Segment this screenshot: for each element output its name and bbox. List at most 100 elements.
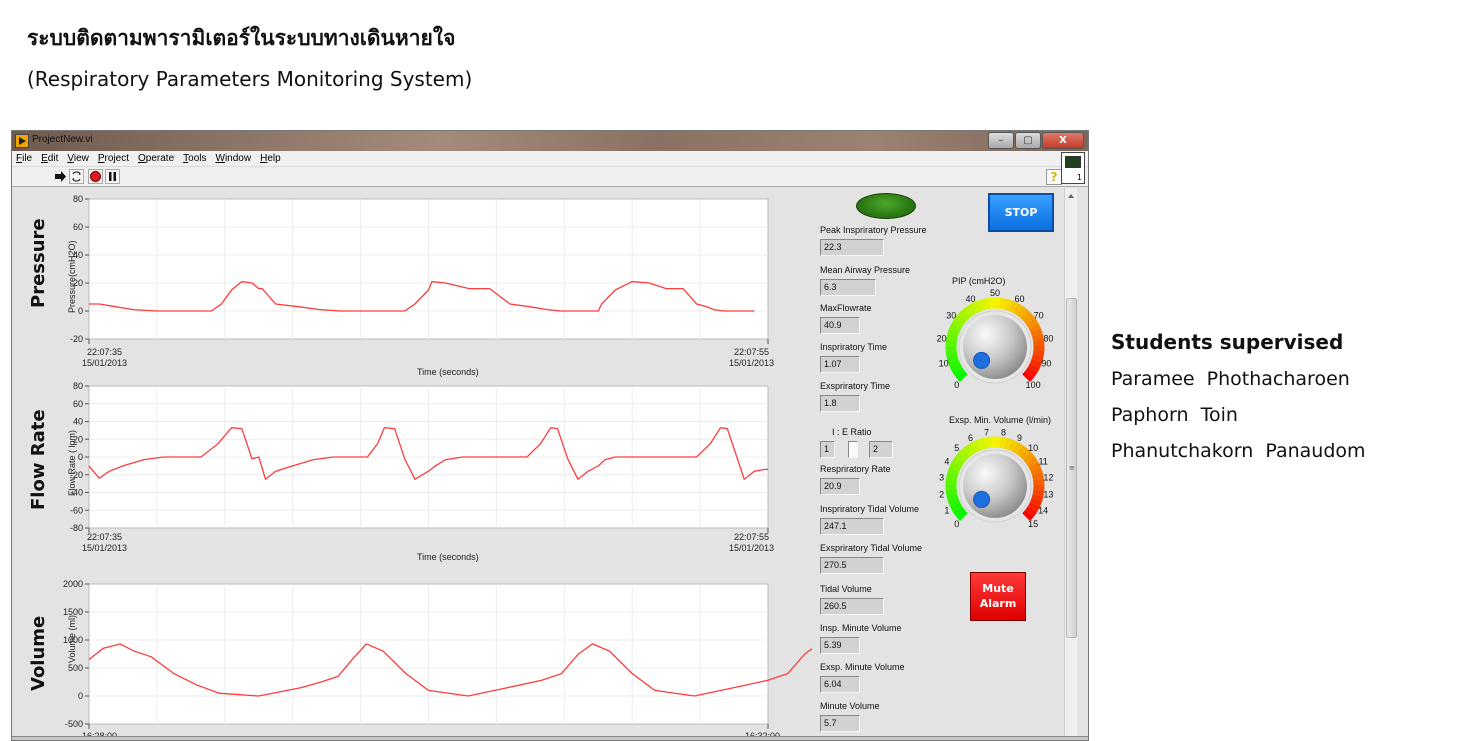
gauge-scale-segment — [1026, 456, 1039, 468]
gauge-tick-label: 8 — [1001, 428, 1006, 438]
y-tick-label: 1500 — [63, 607, 83, 617]
gauge-scale-segment — [1026, 317, 1039, 329]
gauge-scale-segment — [1032, 349, 1045, 357]
y-tick-label: 60 — [73, 399, 83, 409]
run-arrow-icon[interactable] — [53, 169, 68, 184]
gauge-scale-segment — [1012, 441, 1023, 455]
pause-icon[interactable] — [105, 169, 120, 184]
menu-window[interactable]: Window — [216, 151, 252, 166]
menu-edit[interactable]: Edit — [41, 151, 58, 166]
slide-subtitle: (Respiratory Parameters Monitoring Syste… — [27, 67, 473, 91]
y-tick-label: -20 — [70, 470, 83, 480]
pressure-x-start: 22:07:35 15/01/2013 — [82, 347, 127, 369]
gauge-scale-segment — [962, 444, 974, 457]
y-tick-label: -500 — [65, 719, 83, 729]
gauge-scale-segment — [947, 328, 960, 337]
gauge-tick-label: 9 — [1017, 433, 1022, 443]
gauge-scale-segment — [945, 339, 957, 346]
gauge-pointer — [973, 351, 991, 369]
gauge-scale-segment — [954, 452, 967, 464]
gauge-scale-segment — [949, 461, 962, 472]
y-tick-label: 40 — [73, 417, 83, 427]
gauge-scale-segment — [952, 506, 965, 517]
stop-button[interactable]: STOP — [988, 193, 1054, 232]
slide-title-thai: ระบบติดตามพารามิเตอร์ในระบบทางเดินหายใจ — [27, 26, 456, 50]
y-tick-label: 20 — [73, 434, 83, 444]
gauge-tick-label: 13 — [1043, 489, 1053, 499]
y-tick-label: 2000 — [63, 579, 83, 589]
gauge-scale-segment — [967, 441, 978, 455]
pressure-chart: Pressure Pressure(cmH2O) 80 60 40 20 0 -20 22… — [12, 188, 812, 378]
y-tick-label: 40 — [73, 250, 83, 260]
x-start-date: 15/01/2013 — [82, 358, 128, 368]
gauge-scale-segment — [972, 439, 982, 452]
vi-connector-icon: 1 — [1061, 152, 1085, 184]
gauge-scale-segment — [945, 478, 957, 485]
vertical-scrollbar[interactable]: ≡ — [1064, 188, 1077, 740]
x-start-date: 15/01/2013 — [82, 543, 128, 553]
indicator-value: 40.9 — [820, 317, 860, 334]
gauge-tick-label: 10 — [939, 359, 949, 369]
y-tick-label: -20 — [70, 334, 83, 344]
exsp-min-volume-gauge[interactable]: 01234567 89101112131415 — [937, 424, 1057, 549]
indicator-label: Respriratory Rate — [820, 464, 891, 474]
gauge-scale-segment — [946, 354, 959, 363]
y-tick-label: 60 — [73, 222, 83, 232]
menu-help[interactable]: Help — [260, 151, 281, 166]
gauge-scale-segment — [1016, 444, 1028, 457]
flow-rate-chart: Flow Rate Flow Rate ( lpm) 80 60 40 20 0 -20-… — [12, 378, 812, 573]
x-end-date: 15/01/2013 — [729, 543, 775, 553]
indicator-value: 260.5 — [820, 598, 884, 615]
gauge-scale-segment — [967, 302, 978, 316]
gauge-knob — [963, 454, 1027, 518]
indicator-value: 1.8 — [820, 395, 860, 412]
y-tick-label: 80 — [73, 194, 83, 204]
maximize-button[interactable]: ▢ — [1015, 132, 1041, 149]
gauge-tick-label: 5 — [954, 443, 959, 453]
abort-icon[interactable] — [88, 169, 103, 184]
y-tick-label: -40 — [70, 488, 83, 498]
x-end-time: 22:07:55 — [734, 347, 770, 357]
menu-file[interactable]: File — [16, 151, 32, 166]
menu-operate[interactable]: Operate — [138, 151, 174, 166]
gauge-scale-segment — [949, 322, 962, 333]
context-help-button[interactable]: ? — [1046, 169, 1062, 185]
gauge-scale-segment — [1008, 300, 1018, 313]
alarm-label: Alarm — [979, 597, 1017, 610]
gauge-scale-segment — [1029, 358, 1043, 368]
run-continuously-icon[interactable] — [69, 169, 84, 184]
horizontal-scrollbar[interactable] — [12, 736, 1088, 740]
indicator-value: 270.5 — [820, 557, 884, 574]
mute-alarm-button[interactable]: Mute Alarm — [970, 572, 1026, 621]
gauge-scale-segment — [1023, 452, 1036, 464]
close-button[interactable]: X — [1042, 132, 1084, 149]
gauge-tick-label: 11 — [1038, 456, 1047, 466]
minimize-button[interactable]: – — [988, 132, 1014, 149]
gauge-scale-segment — [945, 349, 958, 357]
gauge-tick-label: 30 — [946, 310, 956, 320]
menu-project[interactable]: Project — [98, 151, 129, 166]
menu-view[interactable]: View — [67, 151, 89, 166]
indicator-label: Exspriratory Time — [820, 381, 891, 391]
students-heading: Students supervised — [1111, 330, 1344, 354]
title-bar[interactable]: ProjectNew.vi – ▢ X — [12, 131, 1088, 151]
pip-gauge[interactable]: 0 10 20 30 40 50 60 70 80 90 100 — [937, 285, 1057, 410]
gauge-scale-segment — [1003, 437, 1013, 450]
gauge-scale-segment — [1028, 322, 1041, 333]
scroll-up-arrow-icon[interactable] — [1068, 194, 1074, 198]
volume-plot: 2000 1500 1000 500 0 -500 — [63, 579, 812, 729]
y-tick-label: 0 — [78, 691, 83, 701]
flow-rate-plot: 806040200-20-40-60-80 — [70, 381, 769, 533]
scroll-thumb[interactable]: ≡ — [1066, 298, 1077, 638]
students-section: Students supervised Paramee Phothacharoe… — [1111, 330, 1366, 476]
gauge-scale-segment — [1025, 367, 1038, 378]
student-name: Paphorn Toin — [1111, 404, 1238, 426]
gauge-tick-label: 15 — [1028, 519, 1038, 529]
gauge-knob — [963, 315, 1027, 379]
menu-tools[interactable]: Tools — [183, 151, 206, 166]
gauge-scale-segment — [983, 436, 991, 449]
gauge-scale-segment — [946, 493, 959, 502]
gauge-scale-segment — [962, 305, 974, 318]
labview-window: ProjectNew.vi – ▢ X File Edit View Proje… — [11, 130, 1089, 741]
gauge-scale-segment — [956, 509, 968, 522]
